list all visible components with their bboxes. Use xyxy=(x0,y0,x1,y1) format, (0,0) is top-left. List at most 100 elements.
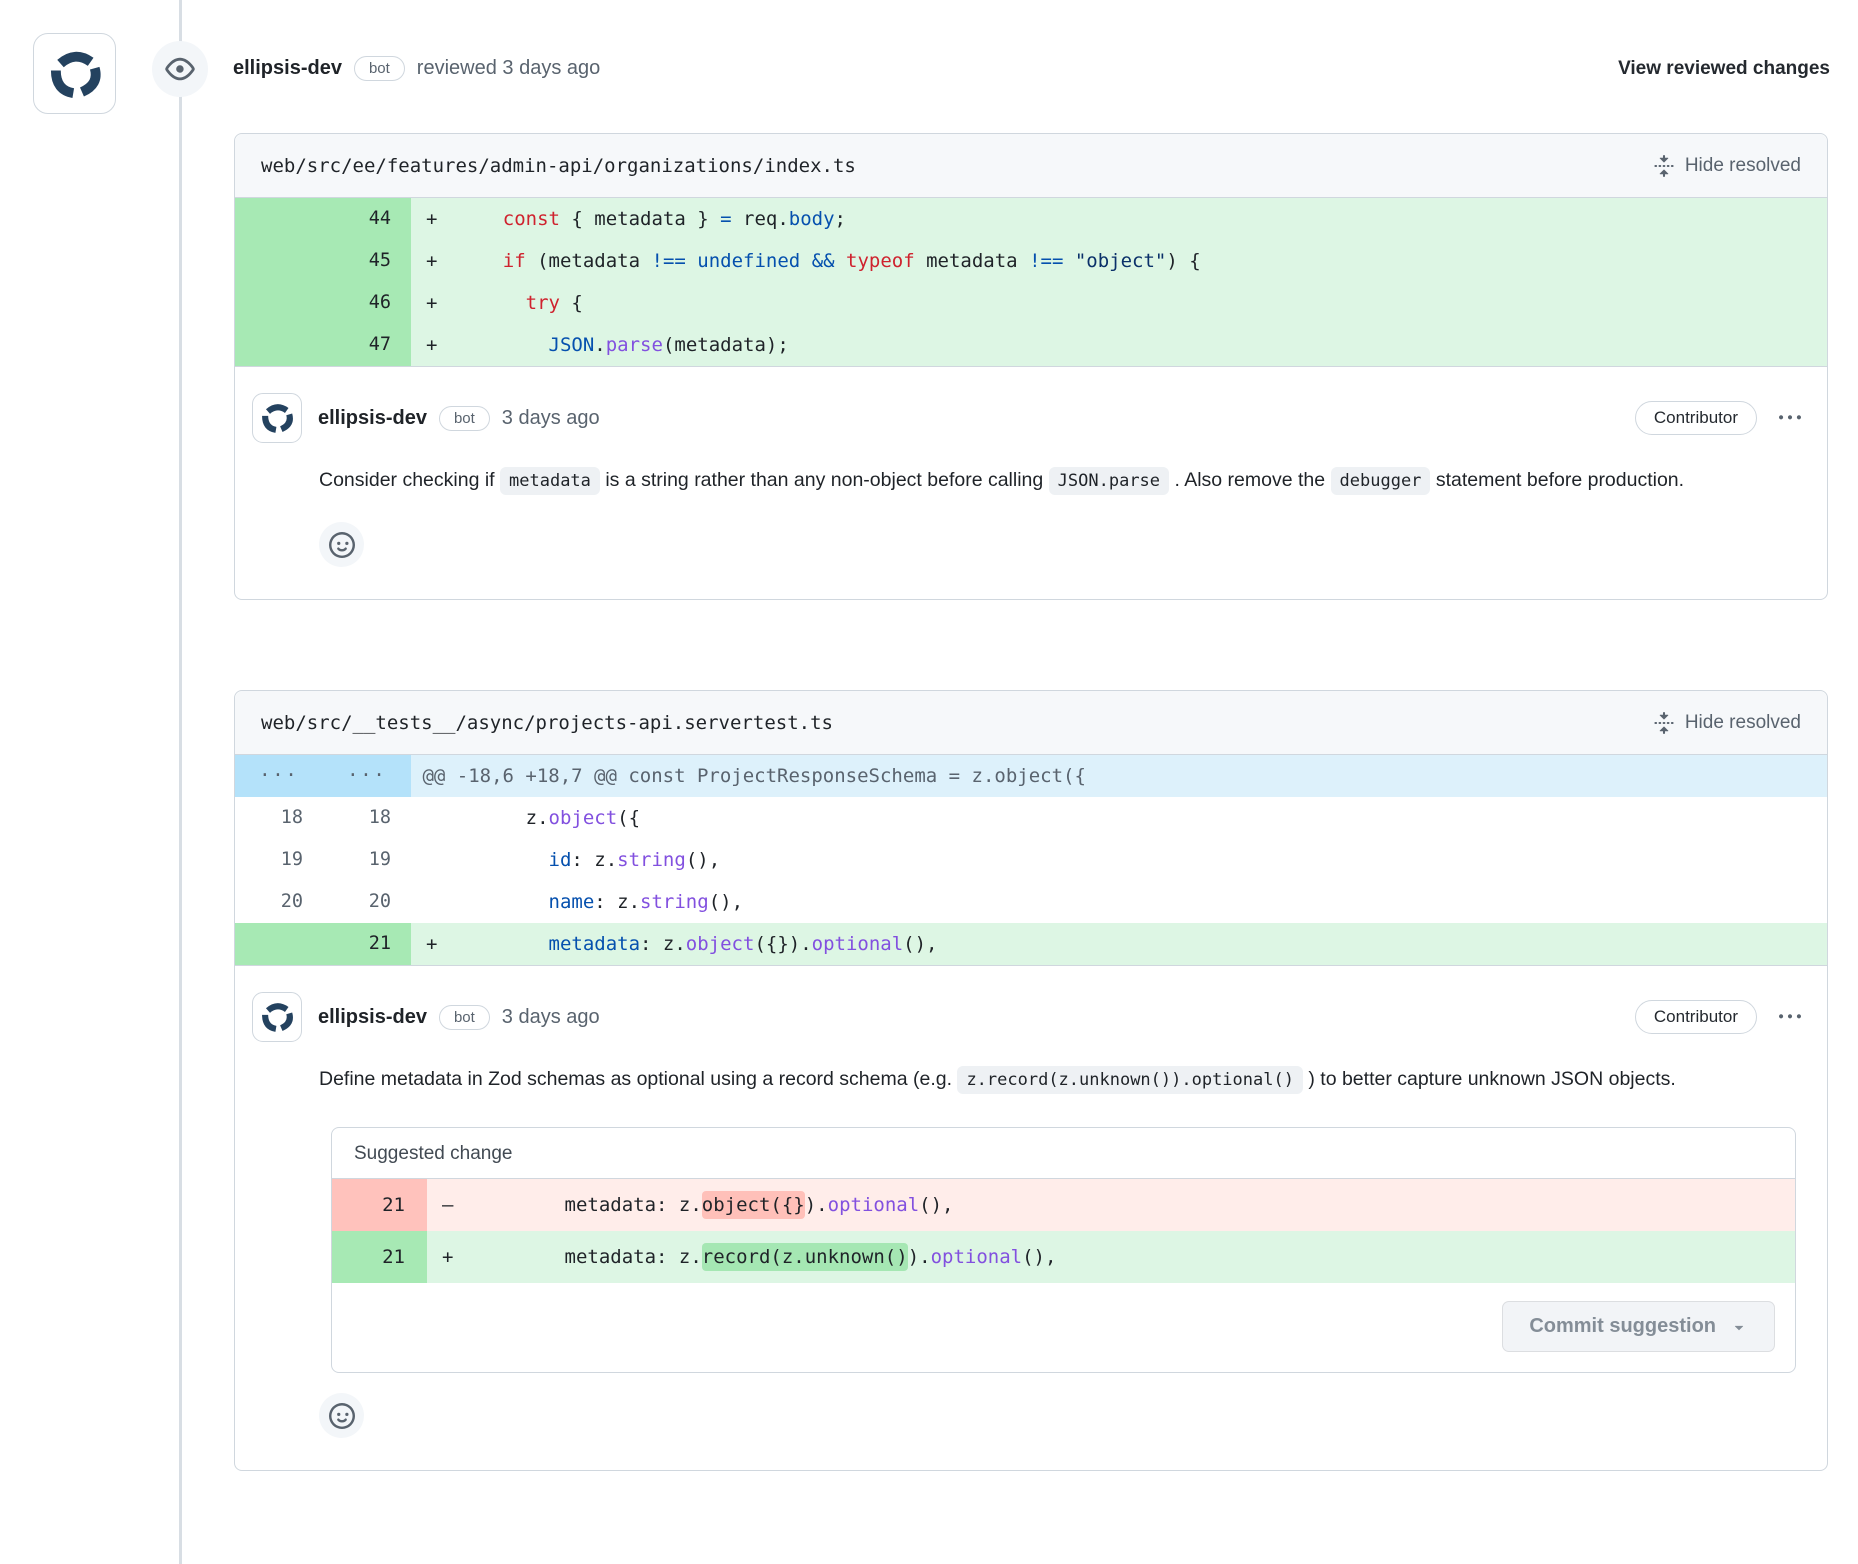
hide-resolved-label: Hide resolved xyxy=(1685,155,1801,177)
new-line-number: 19 xyxy=(323,839,411,881)
comment-header: ellipsis-dev bot 3 days ago Contributor xyxy=(252,992,1801,1042)
fold-icon xyxy=(1653,155,1675,177)
diff-line-added: 21+ metadata: z.object({}).optional(), xyxy=(235,923,1827,965)
file-path-link[interactable]: web/src/ee/features/admin-api/organizati… xyxy=(261,155,856,177)
suggestion-addition-line: 21+ metadata: z.record(z.unknown()).opti… xyxy=(332,1231,1795,1283)
new-line-number: 18 xyxy=(323,797,411,839)
new-line-number: 45 xyxy=(323,240,411,282)
comment-timestamp-link[interactable]: 3 days ago xyxy=(502,407,600,430)
diff-line-context: 1818 z.object({ xyxy=(235,797,1827,839)
diff-line-added: 45+ if (metadata !== undefined && typeof… xyxy=(235,240,1827,282)
diff-line-added: 46+ try { xyxy=(235,282,1827,324)
new-line-number: 20 xyxy=(323,881,411,923)
commit-suggestion-button[interactable]: Commit suggestion xyxy=(1502,1301,1775,1352)
review-comment: ellipsis-dev bot 3 days ago Contributor … xyxy=(235,966,1827,1470)
diff-sign xyxy=(411,839,457,881)
avatar[interactable] xyxy=(33,33,116,114)
avatar[interactable] xyxy=(252,992,302,1042)
old-line-number xyxy=(235,324,323,366)
comment-author-link[interactable]: ellipsis-dev xyxy=(318,407,427,430)
diff-block: ······ @@ -18,6 +18,7 @@ const ProjectRe… xyxy=(235,755,1827,966)
code-line: if (metadata !== undefined && typeof met… xyxy=(457,240,1827,282)
hunk-gutter-dots: ··· xyxy=(323,755,411,797)
comment-options-button[interactable] xyxy=(1779,1006,1801,1028)
comment-author-link[interactable]: ellipsis-dev xyxy=(318,1006,427,1029)
code-line: metadata: z.record(z.unknown()).optional… xyxy=(473,1231,1795,1283)
diff-line-context: 2020 name: z.string(), xyxy=(235,881,1827,923)
hide-resolved-button[interactable]: Hide resolved xyxy=(1653,155,1801,177)
suggested-change-title: Suggested change xyxy=(332,1128,1795,1179)
timeline-rail xyxy=(179,0,182,1564)
review-thread-card-2: web/src/__tests__/async/projects-api.ser… xyxy=(234,690,1828,1471)
comment-body: Define metadata in Zod schemas as option… xyxy=(319,1058,1801,1101)
review-eye-badge xyxy=(152,41,208,97)
new-line-number: 44 xyxy=(323,198,411,240)
hunk-gutter-dots: ··· xyxy=(235,755,323,797)
diff-sign: + xyxy=(411,923,457,965)
review-author-link[interactable]: ellipsis-dev xyxy=(233,57,342,80)
comment-options-button[interactable] xyxy=(1779,407,1801,429)
diff-block: 44+ const { metadata } = req.body; 45+ i… xyxy=(235,198,1827,367)
bot-badge: bot xyxy=(439,406,490,431)
comment-header: ellipsis-dev bot 3 days ago Contributor xyxy=(252,393,1801,443)
diff-sign xyxy=(411,881,457,923)
contributor-badge: Contributor xyxy=(1635,401,1757,435)
new-line-number: 21 xyxy=(323,923,411,965)
ellipsis-logo-icon xyxy=(46,45,104,103)
new-line-number: 46 xyxy=(323,282,411,324)
diff-sign: + xyxy=(411,240,457,282)
add-reaction-button[interactable] xyxy=(319,522,364,567)
line-number: 21 xyxy=(332,1231,427,1283)
view-reviewed-changes-link[interactable]: View reviewed changes xyxy=(1618,58,1830,80)
file-header: web/src/ee/features/admin-api/organizati… xyxy=(235,134,1827,198)
suggestion-deletion-line: 21– metadata: z.object({}).optional(), xyxy=(332,1179,1795,1231)
old-line-number xyxy=(235,923,323,965)
code-line: try { xyxy=(457,282,1827,324)
code-line: id: z.string(), xyxy=(457,839,1827,881)
diff-sign: + xyxy=(411,282,457,324)
eye-icon xyxy=(165,54,195,84)
file-header: web/src/__tests__/async/projects-api.ser… xyxy=(235,691,1827,755)
suggested-change-block: Suggested change 21– metadata: z.object(… xyxy=(331,1127,1796,1373)
file-path-link[interactable]: web/src/__tests__/async/projects-api.ser… xyxy=(261,712,833,734)
code-line: name: z.string(), xyxy=(457,881,1827,923)
contributor-badge: Contributor xyxy=(1635,1000,1757,1034)
hide-resolved-button[interactable]: Hide resolved xyxy=(1653,712,1801,734)
bot-badge: bot xyxy=(439,1005,490,1030)
smiley-icon xyxy=(329,1403,355,1429)
review-comment: ellipsis-dev bot 3 days ago Contributor … xyxy=(235,367,1827,599)
commit-suggestion-label: Commit suggestion xyxy=(1529,1315,1716,1338)
code-line: JSON.parse(metadata); xyxy=(457,324,1827,366)
diff-hunk-header: ······ @@ -18,6 +18,7 @@ const ProjectRe… xyxy=(235,755,1827,797)
diff-sign: + xyxy=(411,198,457,240)
ellipsis-logo-icon xyxy=(259,400,295,436)
code-line: const { metadata } = req.body; xyxy=(457,198,1827,240)
comment-body: Consider checking if metadata is a strin… xyxy=(319,459,1801,502)
old-line-number: 18 xyxy=(235,797,323,839)
old-line-number: 20 xyxy=(235,881,323,923)
triangle-down-icon xyxy=(1730,1318,1748,1336)
bot-badge: bot xyxy=(354,56,405,81)
add-reaction-button[interactable] xyxy=(319,1393,364,1438)
review-action-text: reviewed 3 days ago xyxy=(417,57,600,80)
hide-resolved-label: Hide resolved xyxy=(1685,712,1801,734)
old-line-number xyxy=(235,240,323,282)
old-line-number xyxy=(235,198,323,240)
suggestion-footer: Commit suggestion xyxy=(332,1283,1795,1372)
new-line-number: 47 xyxy=(323,324,411,366)
smiley-icon xyxy=(329,532,355,558)
code-line: metadata: z.object({}).optional(), xyxy=(473,1179,1795,1231)
comment-timestamp-link[interactable]: 3 days ago xyxy=(502,1006,600,1029)
old-line-number: 19 xyxy=(235,839,323,881)
review-thread-card-1: web/src/ee/features/admin-api/organizati… xyxy=(234,133,1828,600)
diff-line-context: 1919 id: z.string(), xyxy=(235,839,1827,881)
ellipsis-logo-icon xyxy=(259,999,295,1035)
avatar[interactable] xyxy=(252,393,302,443)
code-line: z.object({ xyxy=(457,797,1827,839)
code-line: metadata: z.object({}).optional(), xyxy=(457,923,1827,965)
diff-sign: – xyxy=(427,1179,473,1231)
kebab-horizontal-icon xyxy=(1779,1006,1801,1028)
diff-sign xyxy=(411,797,457,839)
diff-sign: + xyxy=(427,1231,473,1283)
fold-icon xyxy=(1653,712,1675,734)
